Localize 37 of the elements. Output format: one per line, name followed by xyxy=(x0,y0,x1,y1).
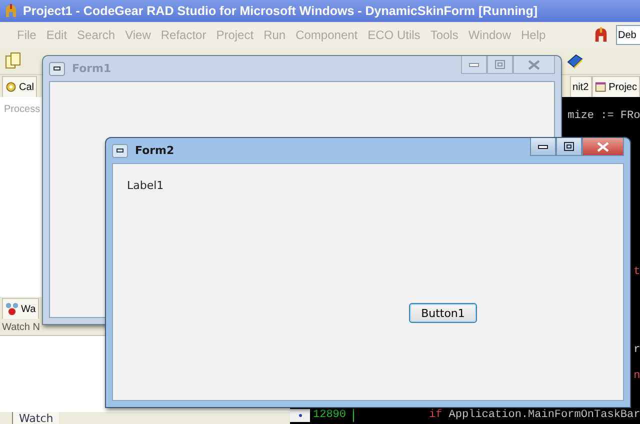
breakpoint-dot-icon xyxy=(298,414,302,417)
code-line: n xyxy=(634,370,640,383)
form-label: Label1 xyxy=(127,179,164,192)
editor-tab[interactable]: nit2 xyxy=(570,76,592,97)
maximize-button[interactable] xyxy=(556,138,582,156)
tab-label: Cal xyxy=(19,82,34,92)
panel-tab[interactable]: Watch xyxy=(12,412,60,424)
panel-text: Process xyxy=(4,104,40,115)
minimize-button[interactable] xyxy=(530,138,556,156)
code-line: if Application.MainFormOnTaskBar xyxy=(429,409,640,422)
window-menu-icon[interactable] xyxy=(112,144,128,158)
close-icon xyxy=(597,142,609,152)
form-button[interactable]: Button1 xyxy=(409,303,477,323)
tab-label: Projec xyxy=(608,82,637,92)
window-title: Form1 xyxy=(72,62,112,75)
code-line: mize := FRo xyxy=(568,110,640,123)
minimize-icon xyxy=(469,62,479,66)
panel-tab[interactable]: Wa xyxy=(2,298,39,319)
project-icon xyxy=(594,81,607,93)
editor-tab[interactable]: Projec xyxy=(592,76,640,97)
panel-tab[interactable]: Cal xyxy=(2,76,38,97)
code-line: t xyxy=(634,266,640,279)
window-menu-icon[interactable] xyxy=(49,62,65,76)
tab-label: nit2 xyxy=(572,82,589,92)
close-button[interactable] xyxy=(582,138,624,156)
code-line: r xyxy=(634,344,640,357)
documents-icon[interactable] xyxy=(4,52,22,70)
window-title: Form2 xyxy=(135,144,174,157)
book-icon[interactable] xyxy=(566,52,584,70)
tab-label: Wa xyxy=(21,304,36,314)
minimize-icon xyxy=(538,144,548,148)
maximize-icon xyxy=(495,60,505,69)
configuration-combo[interactable]: Deb xyxy=(616,25,640,45)
close-icon xyxy=(528,60,540,70)
line-number: 12890 xyxy=(310,409,354,422)
maximize-icon xyxy=(564,142,574,151)
window-title: Project1 - CodeGear RAD Studio for Microsoft Windows - DynamicSkinForm [Running] xyxy=(23,4,538,18)
